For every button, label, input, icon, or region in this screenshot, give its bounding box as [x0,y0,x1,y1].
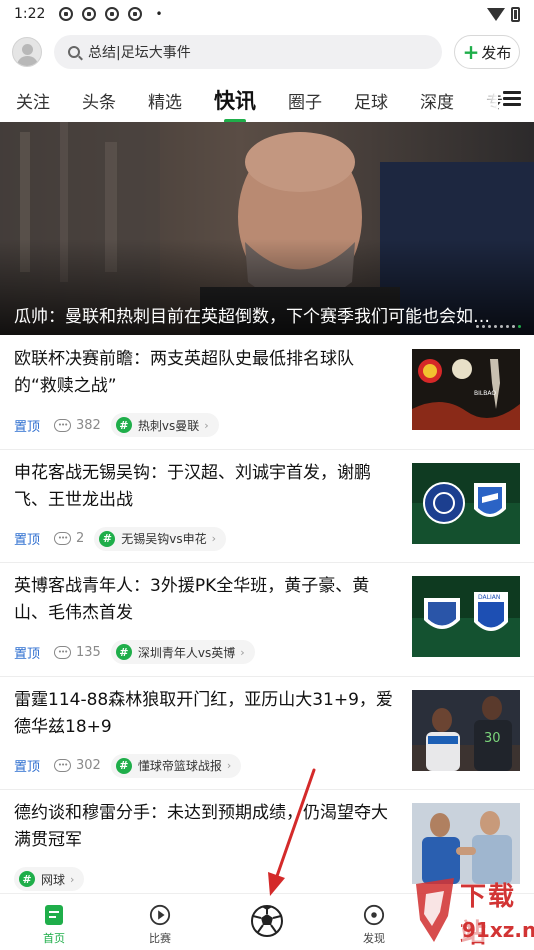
pinned-label: 置顶 [14,419,41,435]
news-title: 雷霆114-88森林狼取开门红，亚历山大31+9，爱德华兹18+9 [14,689,393,737]
tab-follow[interactable]: 关注 [16,80,50,113]
comment-count: 382 [76,417,101,433]
plus-icon: + [462,40,480,64]
carousel-indicator [476,325,521,328]
status-bar: 1:22 • [0,0,534,28]
nav-matches[interactable]: 比赛 [130,904,190,946]
wifi-icon [487,7,505,21]
nav-discover[interactable]: 发现 [344,904,404,946]
channel-tabs: 关注 头条 精选 快讯 圈子 足球 深度 专 [0,80,534,123]
svg-text:DALIAN: DALIAN [478,594,500,601]
menu-icon[interactable] [503,91,521,106]
news-meta: 置顶 ••• 2 # 无锡吴钩vs申花 › [14,526,227,551]
comment-count: 302 [76,758,101,773]
battery-icon [511,6,520,22]
status-time: 1:22 [14,6,46,22]
news-title: 申花客战无锡吴钩：于汉超、刘诚宇首发，谢鹏飞、王世龙出战 [14,462,371,510]
comment-count: 135 [76,644,101,660]
app-notification-icon [128,7,143,21]
topic-tag-label: 无锡吴钩vs申花 [121,532,207,546]
watermark: 下载站 91xz.net [406,868,534,950]
nav-discover-label: 发现 [363,932,385,945]
pinned-label: 置顶 [14,760,41,775]
chevron-right-icon: › [240,645,245,659]
pinned-label: 置顶 [14,646,41,662]
news-thumbnail: BILBAO [412,349,520,430]
chevron-right-icon: › [226,759,232,772]
news-list: 欧联杯决赛前瞻：两支英超队史最低排名球队的“救赎之战” 置顶 ••• 382 #… [0,336,534,904]
play-icon [149,904,171,926]
hero-caption: 瓜帅：曼联和热刺目前在英超倒数，下个赛季我们可能也会如… [14,307,490,327]
search-icon [68,46,80,58]
publish-label: 发布 [481,43,512,62]
discover-icon [363,904,385,926]
chevron-right-icon: › [211,532,217,545]
app-notification-icon [105,7,120,21]
topic-tag[interactable]: # 无锡吴钩vs申花 › [94,526,227,551]
news-meta: # 网球 › [14,867,85,891]
hero-banner[interactable]: 瓜帅：曼联和热刺目前在英超倒数，下个赛季我们可能也会如… [0,122,534,335]
news-meta: 置顶 ••• 302 # 懂球帝篮球战报 › [14,753,242,778]
hashtag-icon: # [115,757,132,774]
home-icon [45,905,63,925]
comment-icon: ••• [54,532,72,545]
tab-circles[interactable]: 圈子 [288,80,322,113]
topic-tag-label: 深圳青年人vs英博 [137,645,236,660]
tabs-fade [468,80,498,118]
svg-text:30: 30 [484,731,501,746]
tab-football[interactable]: 足球 [354,80,388,113]
nav-home[interactable]: 首页 [24,904,84,946]
more-notifications-dot: • [155,7,163,21]
soccer-ball-icon [251,905,283,937]
app-notification-icon [82,7,97,21]
watermark-url: 91xz.net [462,918,534,942]
news-meta: 置顶 ••• 135 # 深圳青年人vs英博 › [14,640,255,664]
comment-icon: ••• [54,759,72,772]
search-placeholder: 总结|足坛大事件 [88,45,191,61]
news-thumbnail: DALIAN [412,576,520,657]
watermark-logo [416,878,454,942]
comment-icon: ••• [54,418,72,432]
news-title: 欧联杯决赛前瞻：两支英超队史最低排名球队的“救赎之战” [14,349,354,396]
app-notification-icon [59,7,74,21]
hashtag-icon: # [99,530,116,547]
hashtag-icon: # [115,644,132,660]
nav-matches-label: 比赛 [149,932,171,945]
topic-tag-label: 热刺vs曼联 [137,418,200,433]
comment-count: 2 [76,531,85,546]
news-title: 英博客战青年人：3外援PK全华班，黄子豪、黄山、毛伟杰首发 [14,576,370,623]
tab-in-depth[interactable]: 深度 [420,80,454,113]
topic-tag-label: 懂球帝篮球战报 [137,759,222,773]
topic-tag[interactable]: # 懂球帝篮球战报 › [110,753,242,778]
news-item[interactable]: 欧联杯决赛前瞻：两支英超队史最低排名球队的“救赎之战” 置顶 ••• 382 #… [0,336,534,450]
chevron-right-icon: › [70,872,75,886]
topic-tag-label: 网球 [41,872,66,887]
hashtag-icon: # [19,871,35,887]
nav-home-label: 首页 [43,932,65,945]
news-thumbnail [412,462,520,544]
tab-news-flash[interactable]: 快讯 [214,80,256,123]
avatar[interactable] [12,37,42,67]
top-bar: 总结|足坛大事件 + 发布 [0,34,534,70]
nav-soccer[interactable] [237,904,297,942]
svg-text:BILBAO: BILBAO [474,390,496,397]
hashtag-icon: # [115,417,132,433]
news-meta: 置顶 ••• 382 # 热刺vs曼联 › [14,413,219,437]
chevron-right-icon: › [204,418,209,432]
comment-icon: ••• [54,645,72,659]
pinned-label: 置顶 [14,533,41,548]
news-item[interactable]: 英博客战青年人：3外援PK全华班，黄子豪、黄山、毛伟杰首发 置顶 ••• 135… [0,563,534,677]
topic-tag[interactable]: # 热刺vs曼联 › [110,413,219,437]
publish-button[interactable]: + 发布 [454,35,520,69]
topic-tag[interactable]: # 网球 › [14,867,85,891]
news-item[interactable]: 雷霆114-88森林狼取开门红，亚历山大31+9，爱德华兹18+9 置顶 •••… [0,677,534,790]
news-item[interactable]: 申花客战无锡吴钩：于汉超、刘诚宇首发，谢鹏飞、王世龙出战 置顶 ••• 2 # … [0,450,534,563]
news-thumbnail: 30 [412,689,520,771]
tab-headlines[interactable]: 头条 [82,80,116,113]
news-title: 德约谈和穆雷分手：未达到预期成绩，仍渴望夺大满贯冠军 [14,803,388,850]
topic-tag[interactable]: # 深圳青年人vs英博 › [110,640,255,664]
tab-featured[interactable]: 精选 [148,80,182,113]
search-input[interactable]: 总结|足坛大事件 [54,35,442,69]
